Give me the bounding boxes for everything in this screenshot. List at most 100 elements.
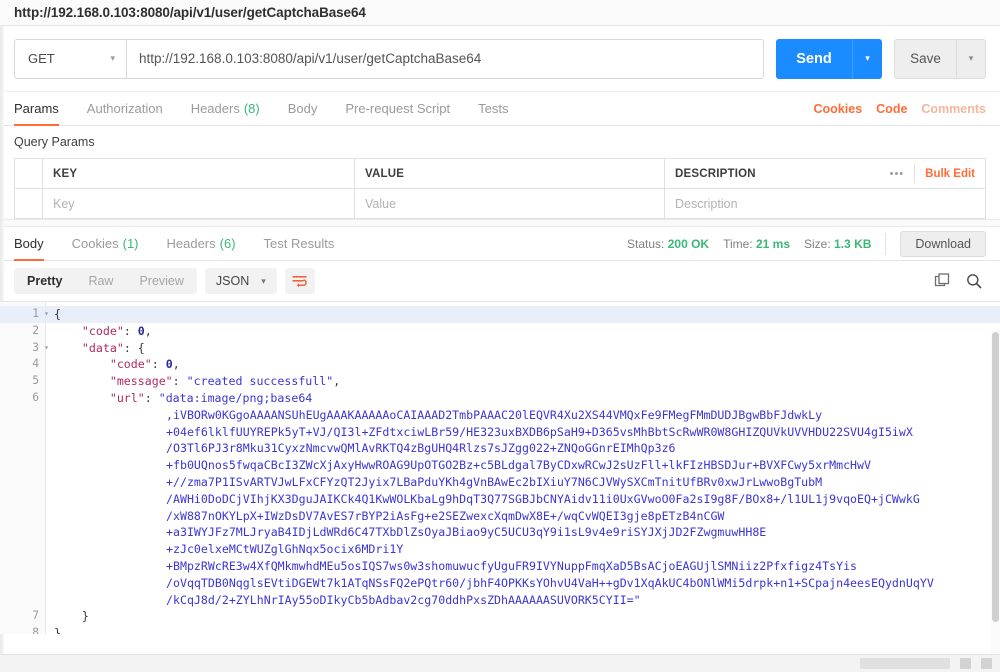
tab-headers-count: (6) — [220, 236, 236, 251]
base64-line: /O3Tl6PJ3r8Mku31CyxzNmcvwQMlAvRKTQ4zBgUH… — [166, 440, 1000, 457]
line-number-text: 8 — [32, 626, 39, 634]
column-header-description-cell: DESCRIPTION ••• Bulk Edit — [665, 159, 985, 188]
response-body-viewer[interactable]: 1▾ 2 3▾ 4 5 6 7 8 { "code": 0, "data": {… — [0, 301, 1000, 634]
fold-toggle-icon[interactable]: ▾ — [44, 306, 49, 323]
json-punct: , — [145, 324, 152, 338]
status-badge: 200 OK — [668, 237, 709, 251]
response-tabs: Body Cookies (1) Headers (6) Test Result… — [0, 227, 1000, 261]
send-button-group: Send ▾ — [776, 39, 882, 79]
json-punct: , — [173, 357, 180, 371]
line-number-text: 6 — [32, 391, 39, 404]
fold-toggle-icon[interactable]: ▾ — [44, 340, 49, 357]
json-punct: : — [145, 391, 159, 405]
table-header-row: KEY VALUE DESCRIPTION ••• Bulk Edit — [15, 159, 985, 189]
tab-label: Cookies — [72, 236, 119, 251]
tab-response-headers[interactable]: Headers (6) — [153, 227, 250, 260]
tab-label: Body — [288, 101, 318, 116]
tab-pre-request-script[interactable]: Pre-request Script — [331, 92, 464, 125]
send-button[interactable]: Send — [776, 39, 852, 79]
tab-label: Authorization — [87, 101, 163, 116]
json-value-url-prefix: "data:image/png;base64 — [159, 391, 313, 405]
status-bar-widget[interactable] — [860, 658, 950, 669]
table-row: Key Value Description — [15, 189, 985, 219]
send-options-chevron-down-icon[interactable]: ▾ — [852, 39, 882, 79]
json-brace: } — [54, 626, 61, 634]
code-line: "url": "data:image/png;base64 — [54, 390, 1000, 407]
query-params-label: Query Params — [0, 126, 1000, 158]
json-key: "data" — [82, 341, 124, 355]
tab-test-results[interactable]: Test Results — [250, 227, 349, 260]
tab-headers[interactable]: Headers (8) — [177, 92, 274, 125]
http-method-select[interactable]: GET ▾ — [14, 39, 126, 79]
tab-body[interactable]: Body — [274, 92, 332, 125]
view-mode-raw[interactable]: Raw — [75, 268, 126, 294]
response-pane-divider[interactable] — [0, 219, 1000, 227]
scrollbar-thumb[interactable] — [992, 332, 999, 622]
param-value-input[interactable]: Value — [355, 189, 665, 218]
tab-response-body[interactable]: Body — [14, 227, 58, 260]
size-label: Size: — [804, 237, 831, 251]
line-number-text: 4 — [32, 357, 39, 370]
tab-label: Headers — [167, 236, 216, 251]
word-wrap-toggle[interactable] — [285, 268, 315, 294]
copy-icon — [934, 273, 950, 289]
param-description-input[interactable]: Description — [665, 189, 985, 218]
vertical-scrollbar[interactable] — [991, 330, 1000, 655]
copy-button[interactable] — [930, 269, 954, 293]
json-key: "url" — [110, 391, 145, 405]
column-header-key: KEY — [43, 159, 355, 188]
status-bar-icon[interactable] — [960, 658, 971, 669]
search-button[interactable] — [962, 269, 986, 293]
description-actions: ••• Bulk Edit — [890, 165, 975, 183]
query-params-table: KEY VALUE DESCRIPTION ••• Bulk Edit Key … — [14, 158, 986, 219]
more-options-icon[interactable]: ••• — [890, 168, 905, 180]
line-number: 3▾ — [0, 340, 45, 357]
tab-cookies-count: (1) — [123, 236, 139, 251]
tab-tests[interactable]: Tests — [464, 92, 522, 125]
size-value: 1.3 KB — [834, 237, 871, 251]
response-meta: Status: 200 OK Time: 21 ms Size: 1.3 KB — [627, 227, 871, 260]
code-area: 1▾ 2 3▾ 4 5 6 7 8 { "code": 0, "data": {… — [0, 302, 1000, 634]
tab-authorization[interactable]: Authorization — [73, 92, 177, 125]
line-number: 2 — [0, 323, 45, 340]
url-input[interactable]: http://192.168.0.103:8080/api/v1/user/ge… — [126, 39, 764, 79]
status-group: Status: 200 OK — [627, 237, 709, 251]
json-value: 0 — [138, 324, 145, 338]
save-button[interactable]: Save — [894, 39, 956, 79]
tab-params[interactable]: Params — [14, 92, 73, 125]
tab-label: Test Results — [264, 236, 335, 251]
request-tabs: Params Authorization Headers (8) Body Pr… — [0, 92, 1000, 126]
json-punct: : — [152, 357, 166, 371]
status-bar-icon[interactable] — [981, 658, 992, 669]
base64-line: /xW887nOKYLpX+IWzDsDV7AvES7rBYP2iAsFg+e2… — [166, 508, 1000, 525]
view-mode-pretty[interactable]: Pretty — [14, 268, 75, 294]
code-line: "data": { — [54, 340, 1000, 357]
column-header-description: DESCRIPTION — [675, 168, 756, 180]
code-link[interactable]: Code — [862, 92, 907, 125]
line-number-text: 2 — [32, 324, 39, 337]
response-format-select[interactable]: JSON ▾ — [205, 268, 277, 294]
save-options-chevron-down-icon[interactable]: ▾ — [956, 39, 986, 79]
line-number-text: 3 — [32, 341, 39, 354]
tab-label: Headers — [191, 101, 240, 116]
cookies-link[interactable]: Cookies — [800, 92, 863, 125]
time-group: Time: 21 ms — [723, 237, 790, 251]
status-label: Status: — [627, 237, 664, 251]
status-bar — [0, 654, 1000, 672]
page-title: http://192.168.0.103:8080/api/v1/user/ge… — [14, 5, 366, 20]
download-button[interactable]: Download — [900, 231, 986, 257]
base64-line: /kCqJ8d/2+ZYLhNrIAy55oDIkyCb5bAdbav2cg70… — [166, 592, 1000, 609]
param-key-input[interactable]: Key — [43, 189, 355, 218]
http-method-label: GET — [28, 51, 55, 66]
tab-response-cookies[interactable]: Cookies (1) — [58, 227, 153, 260]
row-checkbox-cell[interactable] — [15, 189, 43, 218]
save-button-group: Save ▾ — [894, 39, 986, 79]
line-number-gutter: 1▾ 2 3▾ 4 5 6 7 8 — [0, 302, 46, 634]
line-number: 6 — [0, 390, 45, 407]
bulk-edit-button[interactable]: Bulk Edit — [925, 168, 975, 180]
view-mode-preview[interactable]: Preview — [126, 268, 196, 294]
base64-line: /AWHi0DoDCjVIhjKX3DguJAIKCk4Q1KwWOLKbaLg… — [166, 491, 1000, 508]
select-all-checkbox-cell[interactable] — [15, 159, 43, 188]
code-lines: { "code": 0, "data": { "code": 0, "messa… — [46, 302, 1000, 634]
comments-link[interactable]: Comments — [907, 92, 986, 125]
